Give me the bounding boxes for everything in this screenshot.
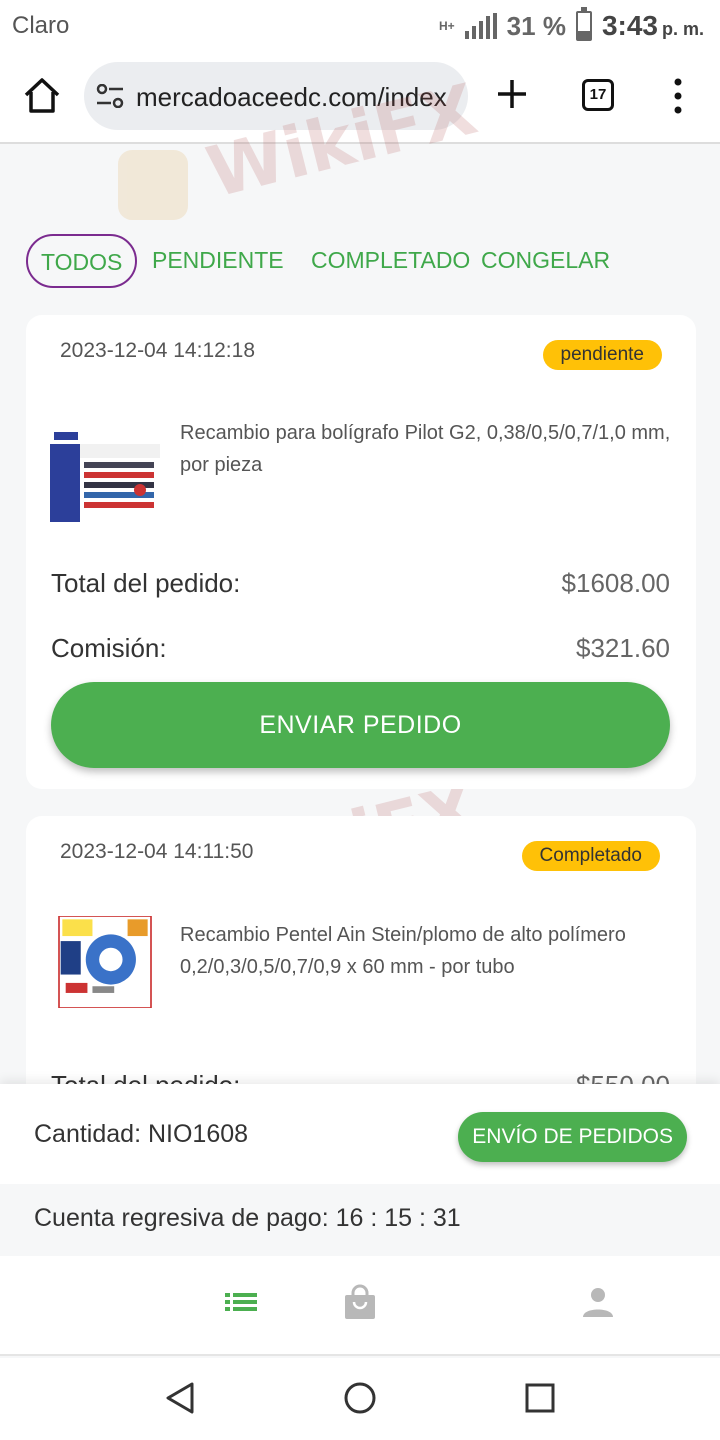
clock-time: 3:43 <box>601 10 658 41</box>
more-vertical-icon[interactable] <box>668 76 688 116</box>
system-navigation-bar <box>0 1358 720 1440</box>
send-order-button[interactable]: ENVIAR PEDIDO <box>51 682 670 768</box>
status-indicators: H+ 31 % 3:43 p. m. <box>438 7 704 44</box>
network-type: H+ <box>438 19 455 33</box>
recents-icon[interactable] <box>522 1380 558 1416</box>
order-card: 2023-12-04 14:12:18 pendiente Recambio p… <box>26 315 696 789</box>
address-bar[interactable]: mercadoaceedc.com/index <box>84 62 468 130</box>
browser-toolbar: mercadoaceedc.com/index 17 <box>0 52 720 144</box>
carrier-name: Claro <box>12 12 70 39</box>
back-icon[interactable] <box>162 1380 198 1416</box>
list-icon[interactable] <box>223 1284 259 1320</box>
home-icon[interactable] <box>22 76 62 116</box>
url-text: mercadoaceedc.com/index <box>136 82 447 112</box>
product-name: Recambio para bolígrafo Pilot G2, 0,38/0… <box>180 422 671 476</box>
shopping-bag-icon[interactable] <box>342 1284 378 1320</box>
tab-pendiente[interactable]: PENDIENTE <box>152 234 284 288</box>
order-timestamp: 2023-12-04 14:11:50 <box>60 840 254 863</box>
commission-value: $321.60 <box>576 633 670 663</box>
order-total-value: $1608.00 <box>561 568 670 598</box>
signal-icon <box>464 13 497 39</box>
clock-ampm: p. m. <box>661 19 704 39</box>
product-image <box>58 916 152 1008</box>
tab-congelar[interactable]: CONGELAR <box>481 234 610 288</box>
status-badge: pendiente <box>542 340 662 370</box>
plus-icon[interactable] <box>496 78 528 110</box>
person-icon[interactable] <box>580 1284 616 1320</box>
commission-label: Comisión: <box>51 633 167 663</box>
product-image <box>50 430 160 522</box>
clock: 3:43 p. m. <box>602 10 704 42</box>
quantity-text: Cantidad: NIO1608 <box>34 1120 249 1148</box>
status-badge: Completado <box>521 841 660 871</box>
order-timestamp: 2023-12-04 14:12:18 <box>60 339 255 362</box>
product-name: Recambio Pentel Ain Stein/plomo de alto … <box>180 924 626 978</box>
order-total-label: Total del pedido: <box>51 568 241 598</box>
payment-countdown: Cuenta regresiva de pago: 16 : 15 : 31 <box>34 1204 461 1232</box>
tab-todos[interactable]: TODOS <box>26 234 138 288</box>
status-bar: Claro H+ 31 % 3:43 p. m. <box>0 0 720 52</box>
bottom-navigation <box>0 1256 720 1356</box>
tab-completado[interactable]: COMPLETADO <box>311 234 470 288</box>
battery-percent: 31 % <box>506 10 566 41</box>
send-orders-button[interactable]: ENVÍO DE PEDIDOS <box>458 1112 687 1162</box>
tune-icon[interactable] <box>96 84 124 108</box>
home-circle-icon[interactable] <box>342 1380 378 1416</box>
order-summary-bar: Cantidad: NIO1608 ENVÍO DE PEDIDOS <box>0 1084 720 1184</box>
battery-icon <box>575 7 592 41</box>
tab-switcher-icon[interactable]: 17 <box>582 79 614 111</box>
